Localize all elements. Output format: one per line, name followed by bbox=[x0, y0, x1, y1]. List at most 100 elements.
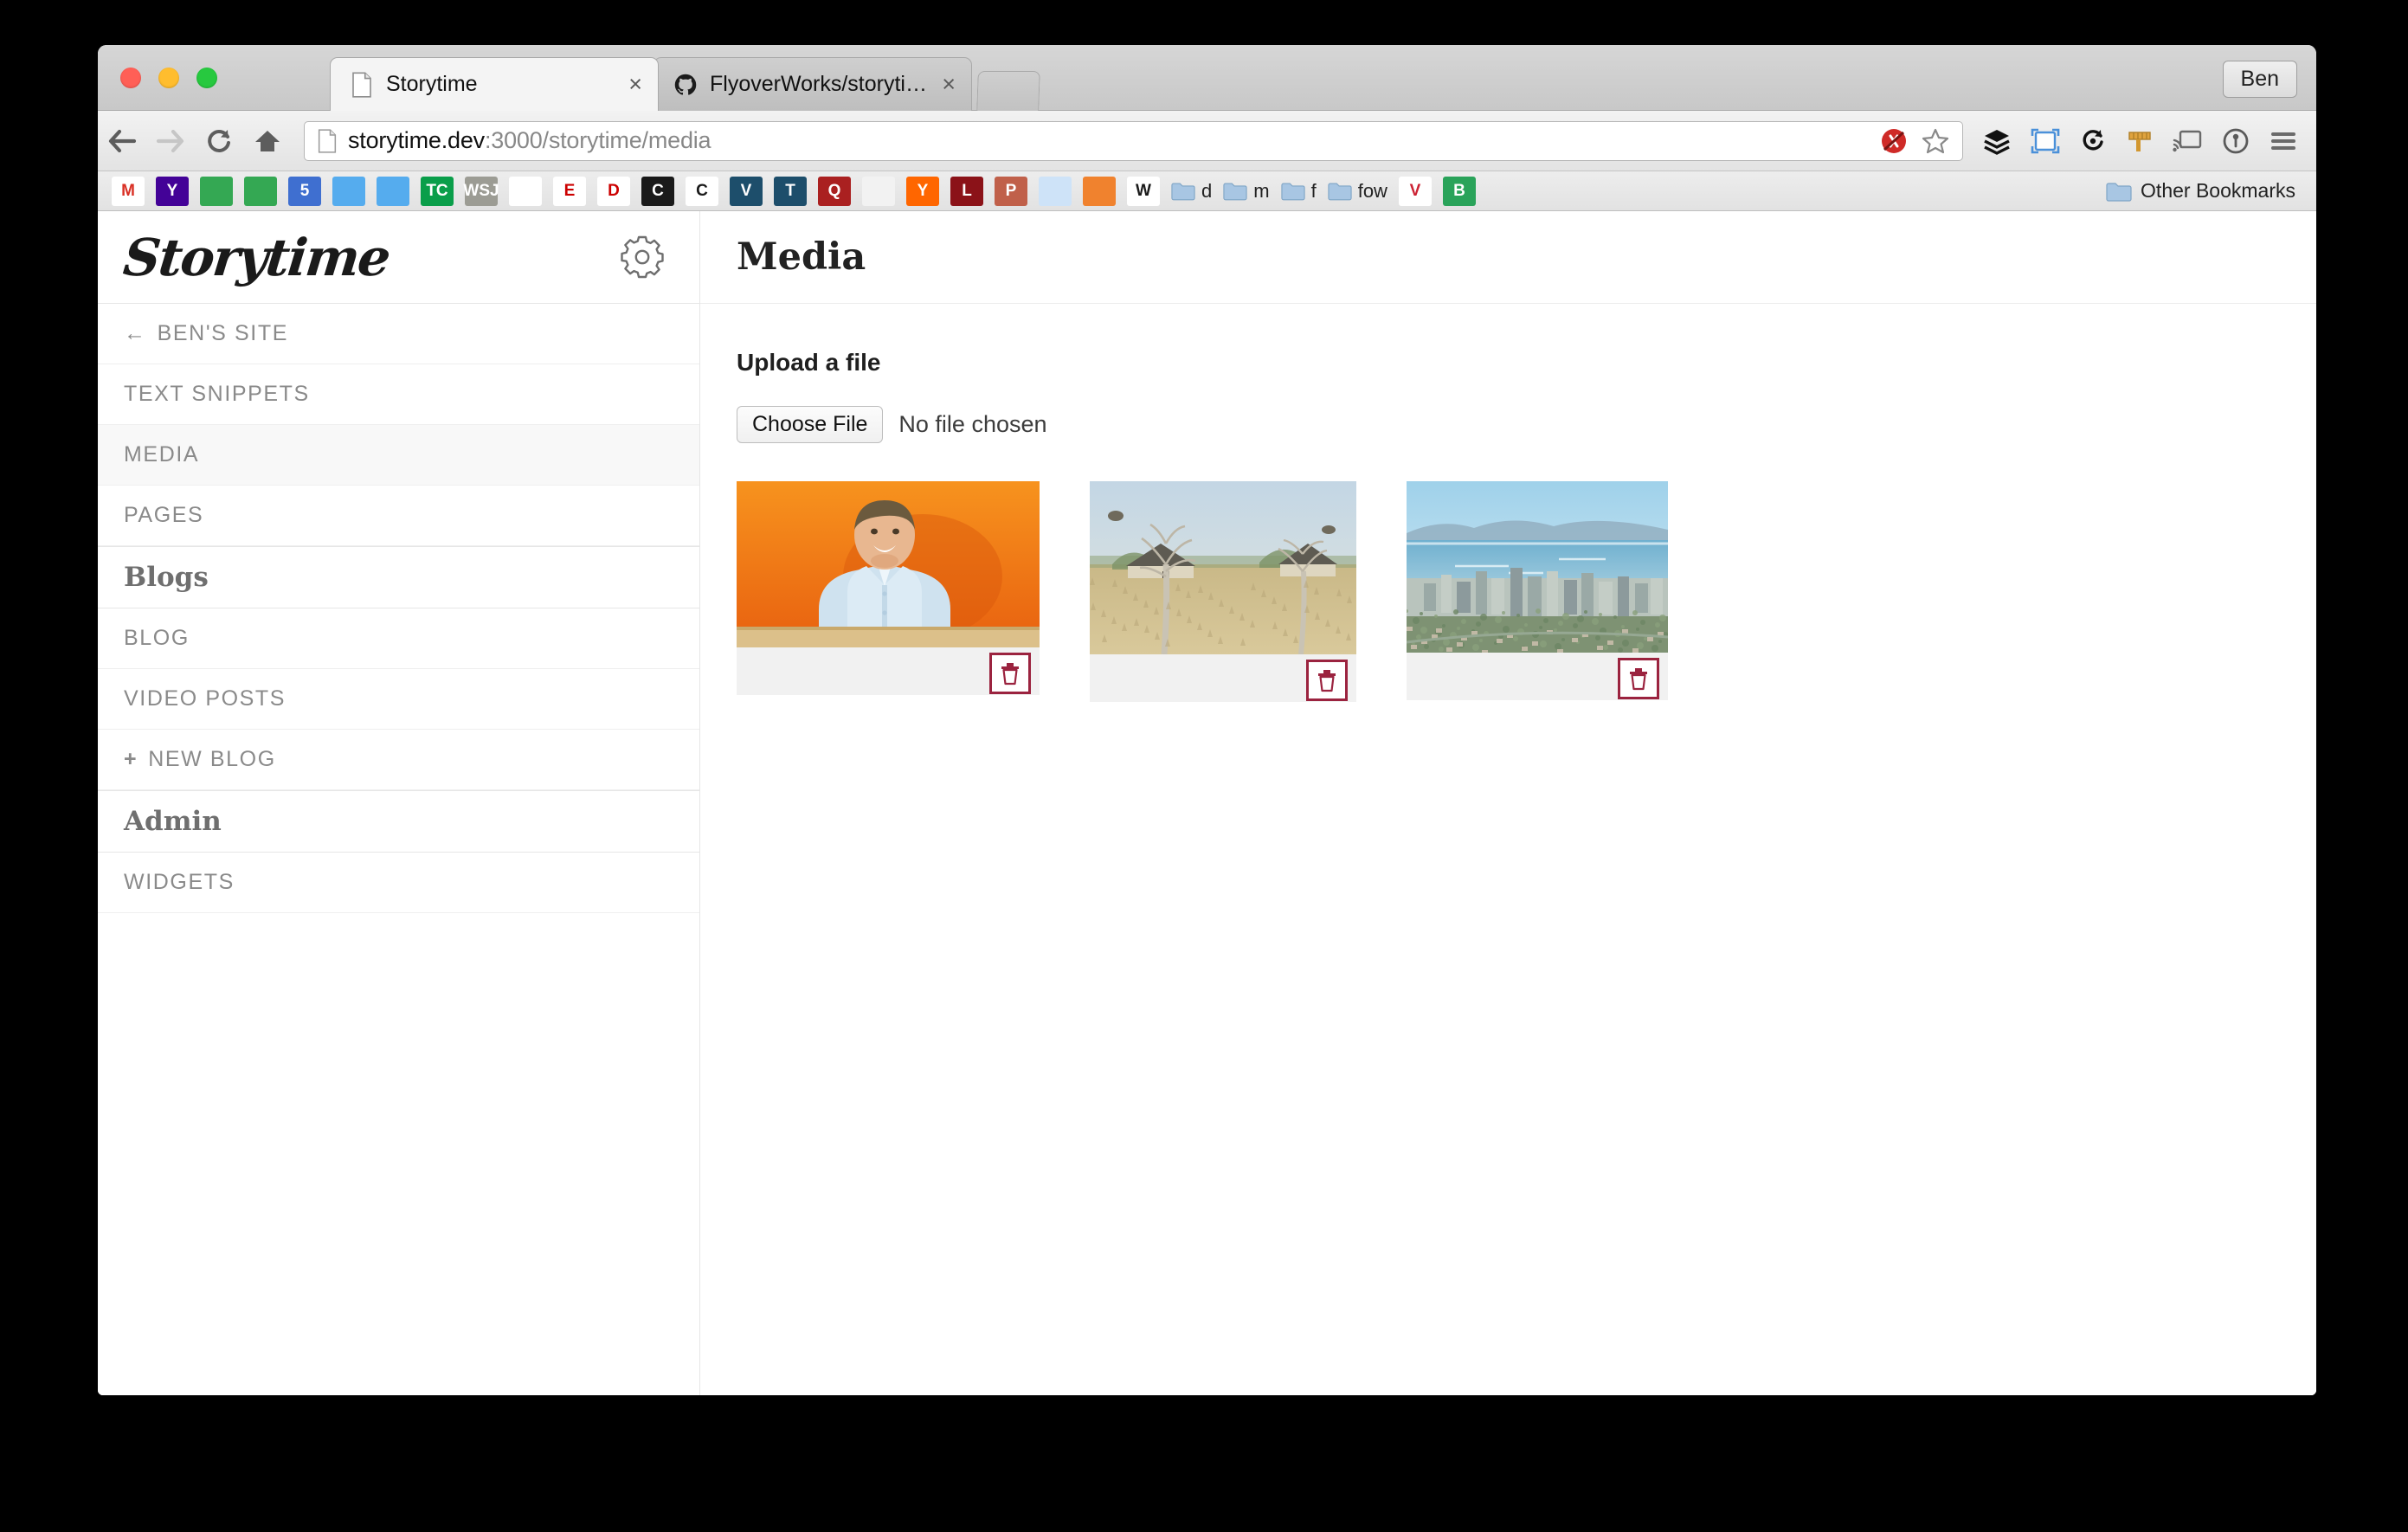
techcrunch-bookmark[interactable]: TC bbox=[421, 177, 454, 206]
refresh-sync-extension-icon[interactable] bbox=[2079, 127, 2107, 155]
choose-file-button[interactable]: Choose File bbox=[737, 406, 883, 443]
window-capture-extension-icon[interactable] bbox=[2031, 128, 2060, 154]
wsj-bookmark[interactable]: WSJ bbox=[465, 177, 498, 206]
upload-section-label: Upload a file bbox=[737, 349, 2280, 377]
t-bookmark[interactable]: T bbox=[774, 177, 807, 206]
omnibox-actions bbox=[1879, 126, 1954, 156]
v-bookmark[interactable]: V bbox=[730, 177, 763, 206]
bookmark-star-icon[interactable] bbox=[1921, 126, 1950, 156]
chrome-menu-icon[interactable] bbox=[2270, 129, 2297, 153]
media-card-footer bbox=[737, 652, 1040, 695]
window-controls bbox=[120, 68, 217, 88]
github-icon bbox=[673, 72, 698, 98]
tab-flyoverworks-storytime[interactable]: FlyoverWorks/storytime × bbox=[654, 57, 972, 111]
l-bookmark[interactable]: L bbox=[950, 177, 983, 206]
back-button[interactable] bbox=[98, 128, 146, 154]
w-bookmark[interactable]: W bbox=[1127, 177, 1160, 206]
gear-icon[interactable] bbox=[620, 235, 665, 280]
blocked-script-icon[interactable] bbox=[1879, 126, 1909, 156]
espn-bookmark[interactable]: E bbox=[553, 177, 586, 206]
plus-icon: + bbox=[124, 747, 138, 772]
quora-bookmark[interactable]: Q bbox=[818, 177, 851, 206]
main-body: Upload a file Choose File No file chosen bbox=[700, 304, 2316, 702]
close-tab-button[interactable]: × bbox=[628, 73, 642, 96]
other-bookmarks-button[interactable]: Other Bookmarks bbox=[2106, 179, 2295, 203]
twitter-2-bookmark[interactable] bbox=[377, 177, 409, 206]
cast-icon[interactable] bbox=[2173, 128, 2202, 154]
c-dark-bookmark[interactable]: C bbox=[641, 177, 674, 206]
google-maps-bookmark[interactable] bbox=[200, 177, 233, 206]
folder-d-bookmark[interactable]: d bbox=[1171, 180, 1212, 203]
main-content: Media Upload a file Choose File No file … bbox=[700, 211, 2316, 1395]
reddit-bookmark[interactable] bbox=[1039, 177, 1072, 206]
sidebar-section-label: Admin bbox=[124, 806, 222, 837]
reload-button[interactable] bbox=[195, 127, 243, 155]
folder-icon bbox=[1281, 181, 1305, 201]
file-input-row: Choose File No file chosen bbox=[737, 406, 2280, 443]
calendar-bookmark[interactable]: 5 bbox=[288, 177, 321, 206]
media-card-footer bbox=[1090, 659, 1356, 702]
page-title: Media bbox=[737, 235, 866, 279]
sidebar-item-widgets[interactable]: WIDGETS bbox=[98, 853, 699, 913]
sidebar-item-blog[interactable]: BLOG bbox=[98, 608, 699, 669]
other-bookmarks-label: Other Bookmarks bbox=[2141, 179, 2295, 203]
sidebar-item-new-blog[interactable]: + NEW BLOG bbox=[98, 730, 699, 790]
tab-list: Storytime × FlyoverWorks/storytime × bbox=[330, 57, 1040, 111]
main-header: Media bbox=[700, 211, 2316, 304]
url-text: storytime.dev:3000/storytime/media bbox=[348, 127, 711, 154]
sidebar-item-label: NEW BLOG bbox=[148, 747, 276, 772]
forward-button[interactable] bbox=[146, 128, 195, 154]
folder-m-bookmark[interactable]: m bbox=[1223, 180, 1269, 203]
folder-fow-bookmark[interactable]: fow bbox=[1328, 180, 1387, 203]
tab-title: FlyoverWorks/storytime bbox=[710, 72, 933, 97]
ruler-extension-icon[interactable] bbox=[2126, 127, 2154, 155]
back-arrow-icon: ← bbox=[124, 321, 147, 346]
media-thumbnail[interactable] bbox=[737, 481, 1040, 652]
vimeo-bookmark[interactable]: V bbox=[1399, 177, 1432, 206]
folder-label: m bbox=[1253, 180, 1269, 203]
reload-icon bbox=[205, 127, 233, 155]
home-button[interactable] bbox=[243, 128, 292, 154]
drudge-bookmark[interactable]: D bbox=[597, 177, 630, 206]
google-maps-2-bookmark[interactable] bbox=[244, 177, 277, 206]
delete-media-button[interactable] bbox=[1618, 658, 1659, 699]
media-thumbnail[interactable] bbox=[1090, 481, 1356, 659]
blank-page-bookmark[interactable] bbox=[862, 177, 895, 206]
browser-window: Storytime × FlyoverWorks/storytime × Ben bbox=[98, 45, 2316, 1395]
browser-toolbar: storytime.dev:3000/storytime/media bbox=[98, 111, 2316, 171]
p-bookmark[interactable]: P bbox=[995, 177, 1027, 206]
delete-media-button[interactable] bbox=[1306, 660, 1348, 701]
tab-storytime[interactable]: Storytime × bbox=[330, 57, 659, 111]
sidebar-item-label: BEN'S SITE bbox=[158, 321, 288, 346]
maximize-window-button[interactable] bbox=[196, 68, 217, 88]
sidebar-item-bens-site[interactable]: ← BEN'S SITE bbox=[98, 304, 699, 364]
close-tab-button[interactable]: × bbox=[942, 73, 956, 96]
b-bookmark[interactable]: B bbox=[1443, 177, 1476, 206]
profile-button[interactable]: Ben bbox=[2223, 61, 2297, 98]
sidebar-item-video-posts[interactable]: VIDEO POSTS bbox=[98, 669, 699, 730]
sidebar-section-label: Blogs bbox=[124, 562, 209, 593]
sidebar-brand: Storytime bbox=[98, 211, 699, 304]
sidebar-item-pages[interactable]: PAGES bbox=[98, 486, 699, 546]
media-thumbnail[interactable] bbox=[1407, 481, 1668, 657]
new-tab-button[interactable] bbox=[976, 71, 1040, 111]
delete-media-button[interactable] bbox=[989, 653, 1031, 694]
twitter-bookmark[interactable] bbox=[332, 177, 365, 206]
gmail-bookmark[interactable]: M bbox=[112, 177, 145, 206]
folder-f-bookmark[interactable]: f bbox=[1281, 180, 1317, 203]
sidebar-item-text-snippets[interactable]: TEXT SNIPPETS bbox=[98, 364, 699, 425]
ycombinator-bookmark[interactable]: Y bbox=[906, 177, 939, 206]
layers-extension-icon[interactable] bbox=[1982, 126, 2012, 156]
sidebar-item-media[interactable]: MEDIA bbox=[98, 425, 699, 486]
c-light-bookmark[interactable]: C bbox=[686, 177, 718, 206]
stocks-bookmark[interactable] bbox=[1083, 177, 1116, 206]
storytime-logo[interactable]: Storytime bbox=[120, 228, 391, 287]
address-bar[interactable]: storytime.dev:3000/storytime/media bbox=[304, 121, 1963, 161]
page-icon bbox=[350, 72, 374, 98]
aljazeera-bookmark[interactable] bbox=[509, 177, 542, 206]
yahoo-bookmark[interactable]: Y bbox=[156, 177, 189, 206]
media-card-footer bbox=[1407, 657, 1668, 700]
onepassword-extension-icon[interactable] bbox=[2221, 126, 2250, 156]
close-window-button[interactable] bbox=[120, 68, 141, 88]
minimize-window-button[interactable] bbox=[158, 68, 179, 88]
